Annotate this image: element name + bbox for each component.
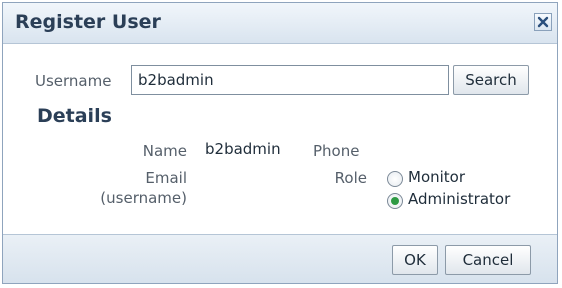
role-administrator-radio[interactable] (387, 193, 403, 209)
search-button[interactable]: Search (453, 65, 529, 95)
name-value: b2badmin (205, 140, 281, 158)
dialog-title: Register User (15, 11, 161, 33)
username-label: Username (35, 72, 112, 90)
role-monitor-radio[interactable] (387, 171, 403, 187)
username-input[interactable] (131, 65, 449, 95)
email-label-sub: (username) (100, 189, 187, 207)
phone-label: Phone (313, 142, 360, 160)
role-monitor-label[interactable]: Monitor (408, 168, 465, 186)
name-label: Name (142, 142, 187, 160)
details-heading: Details (37, 105, 112, 127)
role-administrator-label[interactable]: Administrator (408, 190, 510, 208)
ok-button[interactable]: OK (392, 245, 438, 275)
dialog-footer: OK Cancel (3, 234, 557, 283)
cancel-button[interactable]: Cancel (445, 245, 531, 275)
email-label: Email (145, 169, 187, 187)
role-label: Role (334, 169, 367, 187)
register-user-dialog: Register User Username Search Details Na… (2, 2, 558, 284)
dialog-titlebar: Register User (3, 3, 557, 44)
close-icon[interactable] (534, 13, 552, 31)
